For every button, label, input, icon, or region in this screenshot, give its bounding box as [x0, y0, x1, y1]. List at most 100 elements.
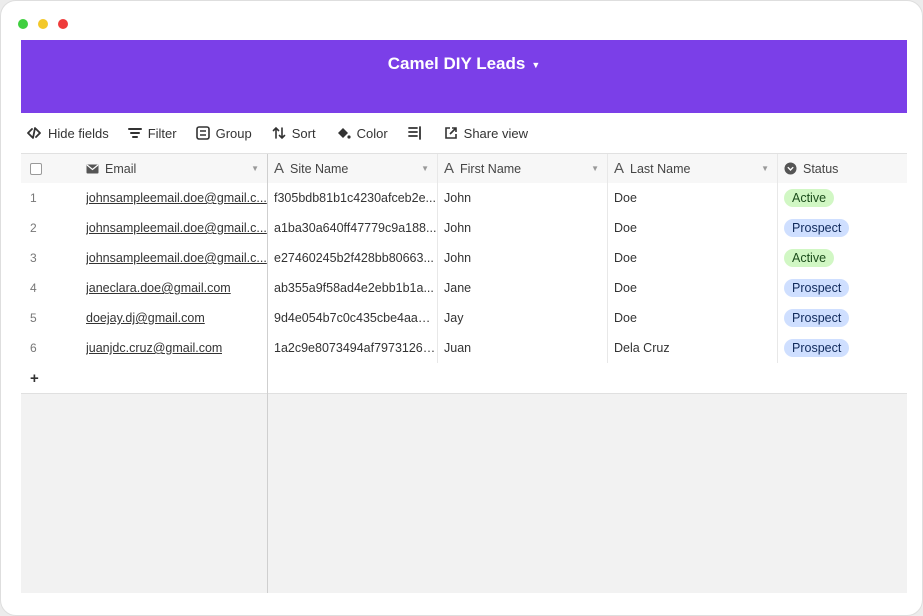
- column-header-status[interactable]: Status: [778, 154, 907, 183]
- status-cell[interactable]: Active: [778, 183, 907, 213]
- group-button[interactable]: Group: [192, 121, 256, 145]
- first-name-cell[interactable]: John: [438, 213, 608, 243]
- color-button[interactable]: Color: [332, 121, 392, 145]
- status-badge: Prospect: [784, 309, 850, 327]
- share-view-button[interactable]: Share view: [440, 121, 532, 145]
- last-name-cell[interactable]: Doe: [608, 273, 778, 303]
- first-name-cell[interactable]: John: [438, 243, 608, 273]
- group-icon: [195, 126, 210, 140]
- email-cell[interactable]: johnsampleemail.doe@gmail.c...: [86, 191, 267, 205]
- sort-button[interactable]: Sort: [268, 121, 320, 145]
- select-all-checkbox[interactable]: [30, 162, 42, 175]
- row-number: 2: [30, 221, 37, 235]
- status-cell[interactable]: Prospect: [778, 273, 907, 303]
- table-row[interactable]: 1 johnsampleemail.doe@gmail.c... f305bdb…: [21, 183, 907, 214]
- status-cell[interactable]: Active: [778, 243, 907, 273]
- column-label-email: Email: [105, 161, 137, 176]
- status-badge: Active: [784, 249, 835, 267]
- filter-icon: [127, 128, 142, 138]
- site-name-cell[interactable]: f305bdb81b1c4230afceb2e...: [274, 191, 436, 205]
- view-toolbar: Hide fields Filter Group Sort Color Shar…: [21, 113, 907, 153]
- first-name-cell[interactable]: Juan: [438, 333, 608, 363]
- filter-label: Filter: [147, 125, 177, 141]
- column-header-site-name[interactable]: A Site Name ▼: [268, 154, 438, 183]
- column-menu-icon[interactable]: ▼: [251, 164, 259, 173]
- sort-icon: [272, 126, 286, 140]
- share-icon: [444, 127, 457, 139]
- base-title-menu[interactable]: Camel DIY Leads ▼: [388, 54, 541, 74]
- column-menu-icon[interactable]: ▼: [421, 164, 429, 173]
- hide-fields-label: Hide fields: [48, 125, 109, 141]
- row-number: 3: [30, 251, 37, 265]
- column-label-first-name: First Name: [460, 161, 522, 176]
- status-cell[interactable]: Prospect: [778, 333, 907, 363]
- last-name-cell[interactable]: Doe: [608, 243, 778, 273]
- close-window-button[interactable]: [58, 19, 68, 29]
- email-cell[interactable]: janeclara.doe@gmail.com: [86, 281, 231, 295]
- row-height-button[interactable]: [404, 121, 426, 145]
- status-badge: Prospect: [784, 339, 850, 357]
- column-header-first-name[interactable]: A First Name ▼: [438, 154, 608, 183]
- status-badge: Active: [784, 189, 835, 207]
- single-select-icon: [784, 162, 797, 175]
- text-field-icon: A: [614, 160, 625, 177]
- first-name-cell[interactable]: Jay: [438, 303, 608, 333]
- records-grid: Email ▼ A Site Name ▼ A First Name ▼ A L…: [21, 153, 907, 593]
- minimize-window-button[interactable]: [38, 19, 48, 29]
- table-row[interactable]: 3 johnsampleemail.doe@gmail.c... e274602…: [21, 243, 907, 274]
- email-cell[interactable]: doejay.dj@gmail.com: [86, 311, 205, 325]
- frozen-column-divider: [267, 393, 268, 593]
- email-field-icon: [86, 164, 99, 173]
- site-name-cell[interactable]: e27460245b2f428bb80663...: [274, 251, 434, 265]
- sort-label: Sort: [291, 125, 316, 141]
- row-number: 1: [30, 191, 37, 205]
- table-row[interactable]: 6 juanjdc.cruz@gmail.com 1a2c9e8073494af…: [21, 333, 907, 364]
- window-controls: [18, 19, 68, 29]
- first-name-cell[interactable]: John: [438, 183, 608, 213]
- email-cell[interactable]: juanjdc.cruz@gmail.com: [86, 341, 222, 355]
- last-name-cell[interactable]: Doe: [608, 303, 778, 333]
- add-record-row: +: [21, 363, 907, 394]
- last-name-cell[interactable]: Doe: [608, 213, 778, 243]
- plus-icon: +: [30, 369, 39, 387]
- app-window: Camel DIY Leads ▼ Hide fields Filter Gro…: [0, 0, 923, 616]
- first-name-cell[interactable]: Jane: [438, 273, 608, 303]
- site-name-cell[interactable]: 9d4e054b7c0c435cbe4aabf...: [274, 311, 437, 325]
- email-cell[interactable]: johnsampleemail.doe@gmail.c...: [86, 221, 267, 235]
- site-name-cell[interactable]: a1ba30a640ff47779c9a188...: [274, 221, 436, 235]
- status-cell[interactable]: Prospect: [778, 213, 907, 243]
- last-name-cell[interactable]: Dela Cruz: [608, 333, 778, 363]
- column-header-email[interactable]: Email ▼: [86, 154, 268, 183]
- row-number: 6: [30, 341, 37, 355]
- group-label: Group: [215, 125, 252, 141]
- text-field-icon: A: [274, 160, 285, 177]
- column-menu-icon[interactable]: ▼: [761, 164, 769, 173]
- table-row[interactable]: 4 janeclara.doe@gmail.com ab355a9f58ad4e…: [21, 273, 907, 304]
- email-cell[interactable]: johnsampleemail.doe@gmail.c...: [86, 251, 267, 265]
- grid-header-row: Email ▼ A Site Name ▼ A First Name ▼ A L…: [21, 153, 907, 184]
- row-height-icon: [407, 126, 421, 140]
- color-label: Color: [356, 125, 388, 141]
- column-header-last-name[interactable]: A Last Name ▼: [608, 154, 778, 183]
- status-badge: Prospect: [784, 279, 850, 297]
- last-name-cell[interactable]: Doe: [608, 183, 778, 213]
- caret-down-icon: ▼: [531, 60, 541, 70]
- site-name-cell[interactable]: ab355a9f58ad4e2ebb1b1a...: [274, 281, 434, 295]
- column-label-site-name: Site Name: [290, 161, 349, 176]
- select-all-cell: [21, 154, 86, 183]
- status-cell[interactable]: Prospect: [778, 303, 907, 333]
- paint-bucket-icon: [337, 128, 351, 139]
- base-title: Camel DIY Leads: [387, 54, 526, 73]
- table-row[interactable]: 5 doejay.dj@gmail.com 9d4e054b7c0c435cbe…: [21, 303, 907, 334]
- column-menu-icon[interactable]: ▼: [591, 164, 599, 173]
- row-number: 4: [30, 281, 37, 295]
- column-label-last-name: Last Name: [630, 161, 691, 176]
- filter-button[interactable]: Filter: [124, 121, 181, 145]
- base-header: Camel DIY Leads ▼: [21, 40, 907, 113]
- share-view-label: Share view: [463, 125, 528, 141]
- hide-fields-button[interactable]: Hide fields: [22, 121, 113, 145]
- site-name-cell[interactable]: 1a2c9e8073494af79731266...: [274, 341, 437, 355]
- maximize-window-button[interactable]: [18, 19, 28, 29]
- add-record-button[interactable]: +: [21, 363, 268, 393]
- table-row[interactable]: 2 johnsampleemail.doe@gmail.c... a1ba30a…: [21, 213, 907, 244]
